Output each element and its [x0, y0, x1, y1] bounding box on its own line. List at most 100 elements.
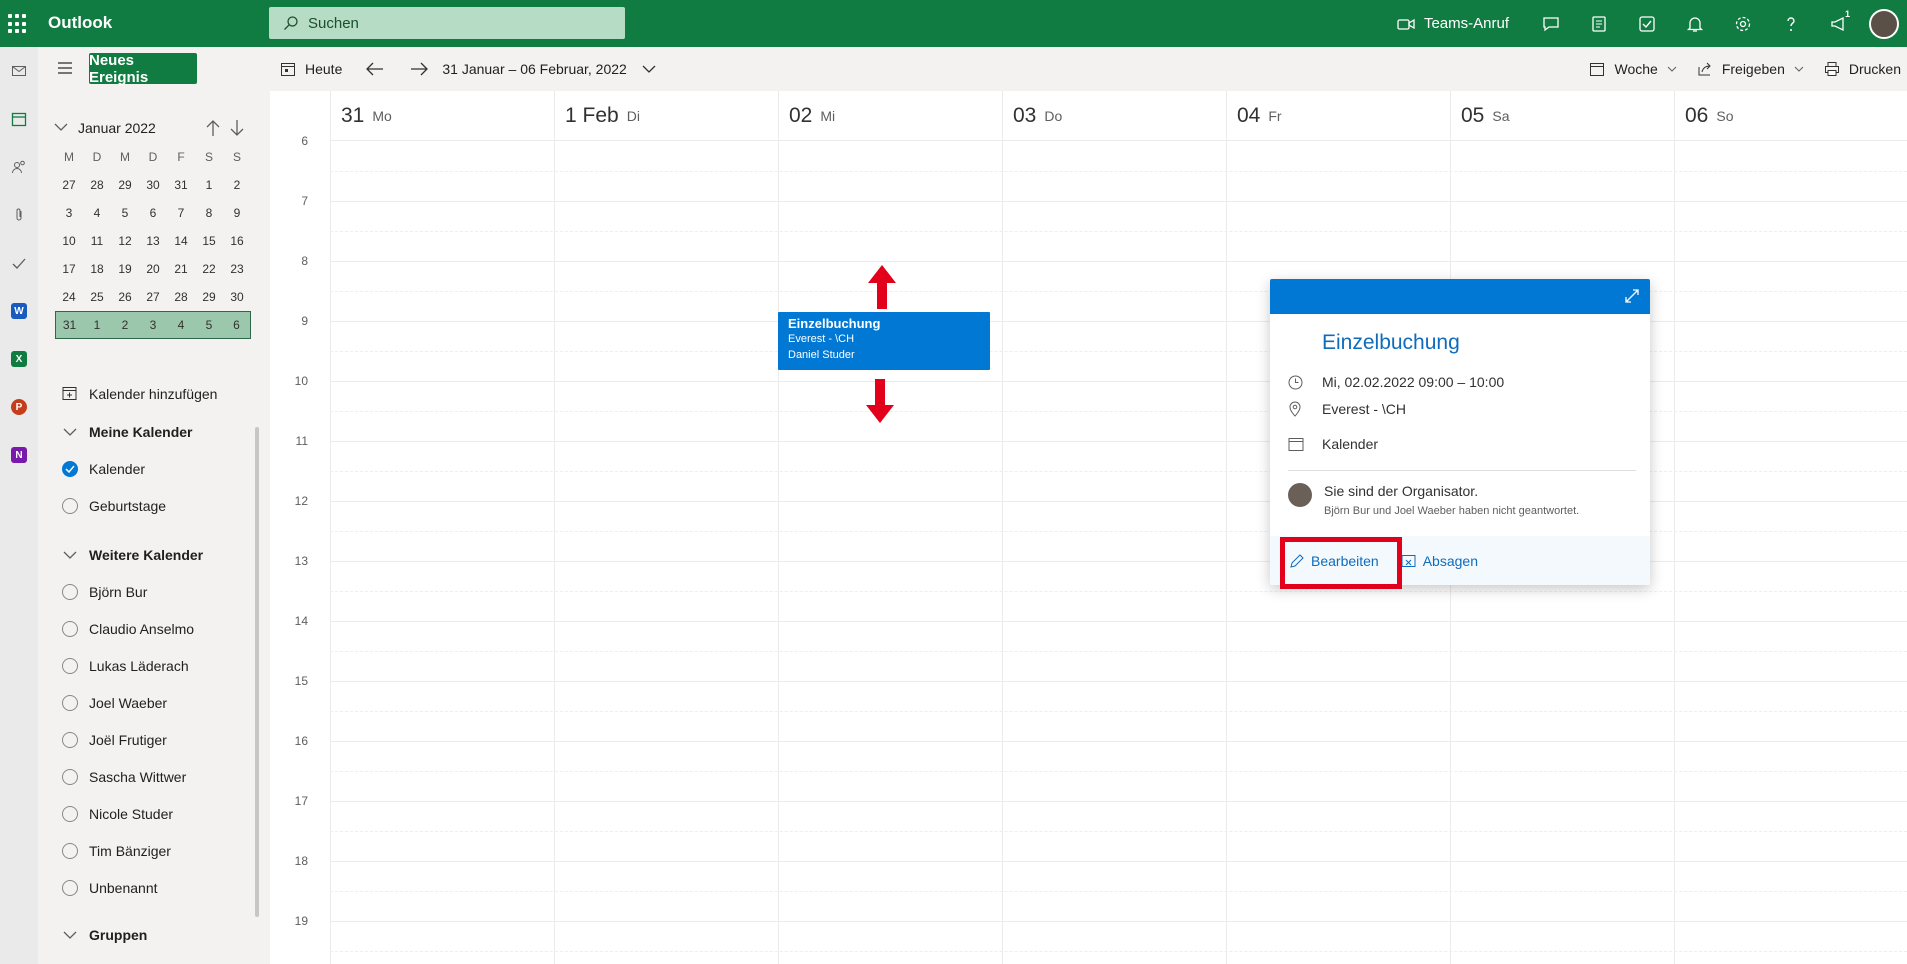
mini-day[interactable]: 15 — [195, 227, 223, 255]
expand-icon[interactable] — [1624, 288, 1640, 304]
calendar-item[interactable]: Unbenannt — [38, 869, 270, 906]
mini-day[interactable]: 4 — [83, 199, 111, 227]
calendar-item[interactable]: Claudio Anselmo — [38, 610, 270, 647]
mini-day[interactable]: 6 — [139, 199, 167, 227]
mini-day[interactable]: 3 — [55, 199, 83, 227]
my-calendars-header[interactable]: Meine Kalender — [38, 413, 270, 450]
time-grid[interactable]: 6 7 8 9 10 11 12 13 14 15 16 17 18 19 — [270, 134, 1907, 964]
unchecked-icon[interactable] — [61, 805, 78, 822]
unchecked-icon[interactable] — [61, 657, 78, 674]
calendar-item[interactable]: Joël Frutiger — [38, 721, 270, 758]
word-nav[interactable]: W — [0, 287, 38, 335]
mini-day[interactable]: 5 — [111, 199, 139, 227]
app-title[interactable]: Outlook — [48, 13, 112, 33]
mini-day[interactable]: 7 — [167, 199, 195, 227]
help-button[interactable] — [1767, 0, 1815, 47]
unchecked-icon[interactable] — [61, 694, 78, 711]
files-nav[interactable] — [0, 191, 38, 239]
arrow-down-icon[interactable] — [229, 119, 245, 137]
mini-day[interactable]: 29 — [195, 283, 223, 311]
calendar-item[interactable]: Tim Bänziger — [38, 832, 270, 869]
onenote-nav[interactable]: N — [0, 431, 38, 479]
powerpoint-nav[interactable]: P — [0, 383, 38, 431]
arrow-left-icon[interactable] — [366, 62, 384, 76]
unchecked-icon[interactable] — [61, 731, 78, 748]
mini-day[interactable]: 13 — [139, 227, 167, 255]
mini-day[interactable]: 29 — [111, 171, 139, 199]
calendar-item-kalender[interactable]: Kalender — [38, 450, 270, 487]
teams-call-button[interactable]: Teams-Anruf — [1397, 15, 1509, 32]
arrow-up-icon[interactable] — [205, 119, 221, 137]
settings-button[interactable] — [1719, 0, 1767, 47]
chevron-down-icon[interactable] — [54, 122, 68, 132]
mini-day[interactable]: 18 — [83, 255, 111, 283]
mini-day-selected[interactable]: 1 — [83, 311, 111, 339]
excel-nav[interactable]: X — [0, 335, 38, 383]
mini-day[interactable]: 19 — [111, 255, 139, 283]
hamburger-icon[interactable] — [57, 61, 73, 75]
mini-day-selected[interactable]: 31 — [55, 311, 83, 339]
mini-day[interactable]: 28 — [167, 283, 195, 311]
mini-calendar-month[interactable]: Januar 2022 — [78, 120, 156, 136]
day-header[interactable]: 31 Mo — [330, 91, 554, 141]
mini-day[interactable]: 17 — [55, 255, 83, 283]
sidebar-scrollbar[interactable] — [255, 427, 259, 917]
day-header[interactable]: 03 Do — [1002, 91, 1226, 141]
view-switcher[interactable]: Woche — [1589, 61, 1677, 77]
today-button[interactable]: Heute — [280, 61, 342, 77]
search-input[interactable]: Suchen — [269, 7, 625, 39]
unchecked-icon[interactable] — [61, 620, 78, 637]
unchecked-icon[interactable] — [61, 583, 78, 600]
share-button[interactable]: Freigeben — [1697, 61, 1804, 77]
avatar[interactable] — [1869, 8, 1899, 39]
mini-day[interactable]: 11 — [83, 227, 111, 255]
calendar-item[interactable]: Lukas Läderach — [38, 647, 270, 684]
calendar-item[interactable]: Sascha Wittwer — [38, 758, 270, 795]
feedback-button[interactable]: 1 — [1815, 0, 1863, 47]
mini-day[interactable]: 16 — [223, 227, 251, 255]
calendar-item[interactable]: Björn Bur — [38, 573, 270, 610]
notifications-button[interactable] — [1671, 0, 1719, 47]
new-event-button[interactable]: Neues Ereignis — [89, 52, 197, 86]
checked-icon[interactable] — [61, 460, 78, 477]
mini-day-selected[interactable]: 4 — [167, 311, 195, 339]
todo-nav[interactable] — [0, 239, 38, 287]
day-header[interactable]: 05 Sa — [1450, 91, 1674, 141]
mini-day-selected[interactable]: 2 — [111, 311, 139, 339]
calendar-nav[interactable] — [0, 95, 38, 143]
day-header[interactable]: 04 Fr — [1226, 91, 1450, 141]
mini-day[interactable]: 8 — [195, 199, 223, 227]
mini-day[interactable]: 27 — [139, 283, 167, 311]
mini-day[interactable]: 2 — [223, 171, 251, 199]
app-launcher-icon[interactable] — [8, 14, 28, 34]
people-nav[interactable] — [0, 143, 38, 191]
mini-day[interactable]: 14 — [167, 227, 195, 255]
mini-day[interactable]: 30 — [139, 171, 167, 199]
day-header[interactable]: 1 Feb Di — [554, 91, 778, 141]
todo-button[interactable] — [1623, 0, 1671, 47]
unchecked-icon[interactable] — [61, 768, 78, 785]
mini-day-selected[interactable]: 5 — [195, 311, 223, 339]
calendar-item[interactable]: Joel Waeber — [38, 684, 270, 721]
mini-day[interactable]: 27 — [55, 171, 83, 199]
mini-day-selected[interactable]: 6 — [223, 311, 251, 339]
arrow-right-icon[interactable] — [410, 62, 429, 76]
day-header[interactable]: 02 Mi — [778, 91, 1002, 141]
group-item[interactable]: Cl — [38, 953, 270, 964]
mini-day[interactable]: 10 — [55, 227, 83, 255]
groups-header[interactable]: Gruppen — [38, 916, 270, 953]
mini-day[interactable]: 9 — [223, 199, 251, 227]
mini-day[interactable]: 25 — [83, 283, 111, 311]
mini-day[interactable]: 22 — [195, 255, 223, 283]
mini-day[interactable]: 20 — [139, 255, 167, 283]
unchecked-icon[interactable] — [61, 497, 78, 514]
mini-day[interactable]: 30 — [223, 283, 251, 311]
cancel-event-button[interactable]: Absagen — [1401, 553, 1478, 569]
mini-day[interactable]: 26 — [111, 283, 139, 311]
unchecked-icon[interactable] — [61, 879, 78, 896]
add-calendar-button[interactable]: Kalender hinzufügen — [38, 375, 270, 412]
calendar-item[interactable]: Nicole Studer — [38, 795, 270, 832]
mini-day[interactable]: 12 — [111, 227, 139, 255]
calendar-event[interactable]: Einzelbuchung Everest - \CH Daniel Stude… — [778, 312, 990, 370]
mail-nav[interactable] — [0, 47, 38, 95]
